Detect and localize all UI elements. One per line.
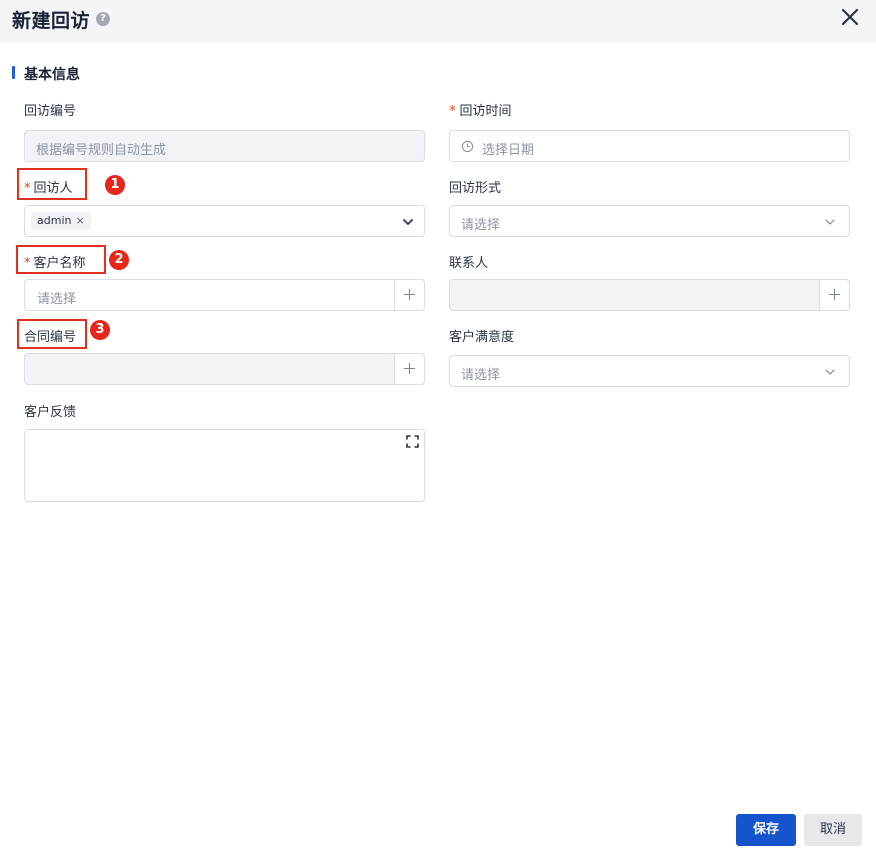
dialog-title: 新建回访 xyxy=(12,10,91,32)
visit-time-placeholder: 选择日期 xyxy=(482,143,535,158)
required-mark: * xyxy=(449,104,456,119)
customer-name-select[interactable]: 请选择 xyxy=(24,279,425,311)
annotation-badge-1: 1 xyxy=(105,175,125,195)
visit-time-datepicker[interactable]: 选择日期 xyxy=(449,130,850,162)
chevron-down-icon xyxy=(825,369,835,375)
chevron-down-icon xyxy=(825,219,835,225)
visit-form-placeholder: 请选择 xyxy=(461,218,501,233)
chevron-down-icon xyxy=(403,219,413,225)
annotation-badge-3: 3 xyxy=(90,320,110,340)
close-icon[interactable] xyxy=(838,5,862,29)
visit-form-select[interactable]: 请选择 xyxy=(449,205,850,237)
plus-icon[interactable] xyxy=(394,354,424,384)
contact-select[interactable] xyxy=(449,279,850,311)
clock-icon xyxy=(461,140,474,153)
feedback-textarea[interactable] xyxy=(24,429,425,502)
plus-icon[interactable] xyxy=(394,280,424,310)
dialog-header: 新建回访 ? xyxy=(0,0,876,42)
customer-name-placeholder: 请选择 xyxy=(37,292,77,307)
feedback-label: 客户反馈 xyxy=(24,405,77,420)
visitor-tag: admin × xyxy=(31,212,91,230)
visitor-select[interactable]: admin × xyxy=(24,205,425,237)
fullscreen-icon[interactable] xyxy=(406,435,419,448)
section-title: 基本信息 xyxy=(24,67,80,83)
tag-remove-icon[interactable]: × xyxy=(75,214,84,227)
contact-label: 联系人 xyxy=(449,256,489,271)
satisfaction-select[interactable]: 请选择 xyxy=(449,355,850,387)
section-accent-bar xyxy=(12,66,15,79)
visit-no-input[interactable]: 根据编号规则自动生成 xyxy=(24,130,425,162)
satisfaction-placeholder: 请选择 xyxy=(461,368,501,383)
visit-time-label: * 回访时间 xyxy=(449,104,512,119)
visit-no-placeholder: 根据编号规则自动生成 xyxy=(36,143,167,158)
annotation-box-1 xyxy=(17,168,87,200)
visit-no-label: 回访编号 xyxy=(24,104,77,119)
annotation-box-3 xyxy=(17,319,87,349)
annotation-box-2 xyxy=(16,245,106,274)
visit-form-label: 回访形式 xyxy=(449,181,502,196)
question-circle-icon[interactable]: ? xyxy=(96,12,110,26)
annotation-badge-2: 2 xyxy=(109,250,129,270)
satisfaction-label: 客户满意度 xyxy=(449,330,515,345)
save-button[interactable]: 保存 xyxy=(736,814,796,846)
contract-no-select[interactable] xyxy=(24,353,425,385)
plus-icon[interactable] xyxy=(819,280,849,310)
cancel-button[interactable]: 取消 xyxy=(804,814,862,846)
